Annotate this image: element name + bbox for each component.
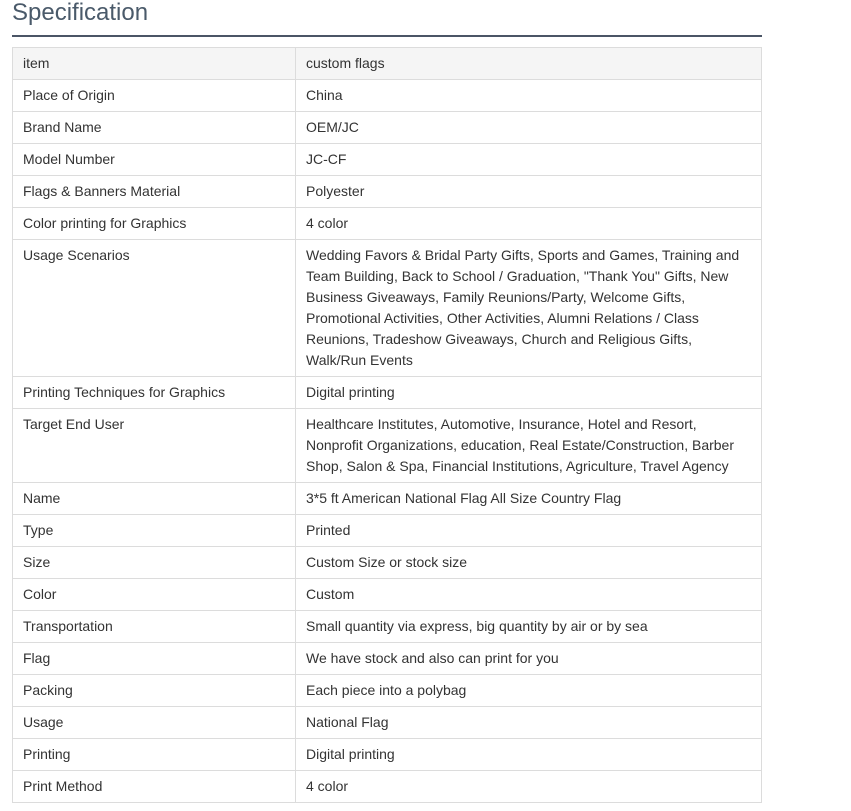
row-value-cell: Each piece into a polybag — [295, 674, 762, 707]
table-row: Model Number JC-CF — [12, 143, 762, 176]
table-row: Color printing for Graphics 4 color — [12, 207, 762, 240]
table-row: Size Custom Size or stock size — [12, 546, 762, 579]
table-row: Flags & Banners Material Polyester — [12, 175, 762, 208]
table-row: Target End User Healthcare Institutes, Au… — [12, 408, 762, 483]
row-key-cell: Brand Name — [12, 111, 296, 144]
row-value-cell: 4 color — [295, 207, 762, 240]
row-value-cell: 4 color — [295, 770, 762, 803]
row-value-cell: Healthcare Institutes, Automotive, Insur… — [295, 408, 762, 483]
row-key-cell: Color printing for Graphics — [12, 207, 296, 240]
row-key-cell: Target End User — [12, 408, 296, 483]
header-key-cell: item — [12, 47, 296, 80]
table-row: Place of Origin China — [12, 79, 762, 112]
row-value-cell: Digital printing — [295, 738, 762, 771]
row-key-cell: Place of Origin — [12, 79, 296, 112]
row-key-cell: Packing — [12, 674, 296, 707]
row-value-cell: Digital printing — [295, 376, 762, 409]
row-key-cell: Size — [12, 546, 296, 579]
row-value-cell: Custom Size or stock size — [295, 546, 762, 579]
row-key-cell: Printing — [12, 738, 296, 771]
row-key-cell: Usage — [12, 706, 296, 739]
table-row: Transportation Small quantity via express… — [12, 610, 762, 643]
row-key-cell: Usage Scenarios — [12, 239, 296, 377]
specification-section: Specification item custom flags Place of… — [12, 0, 762, 803]
table-row: Print Method 4 color — [12, 770, 762, 803]
row-key-cell: Flags & Banners Material — [12, 175, 296, 208]
row-key-cell: Transportation — [12, 610, 296, 643]
row-value-cell: China — [295, 79, 762, 112]
table-row: Packing Each piece into a polybag — [12, 674, 762, 707]
table-row: Name 3*5 ft American National Flag All Si… — [12, 482, 762, 515]
spec-table: item custom flags Place of Origin China Br… — [12, 47, 762, 803]
table-header-row: item custom flags — [12, 47, 762, 80]
row-value-cell: Printed — [295, 514, 762, 547]
header-value-cell: custom flags — [295, 47, 762, 80]
table-row: Brand Name OEM/JC — [12, 111, 762, 144]
row-key-cell: Flag — [12, 642, 296, 675]
row-value-cell: Polyester — [295, 175, 762, 208]
row-key-cell: Type — [12, 514, 296, 547]
title-divider — [12, 35, 762, 37]
row-value-cell: OEM/JC — [295, 111, 762, 144]
row-value-cell: Small quantity via express, big quantity… — [295, 610, 762, 643]
spec-table-body: item custom flags Place of Origin China Br… — [12, 47, 762, 803]
row-key-cell: Name — [12, 482, 296, 515]
row-key-cell: Model Number — [12, 143, 296, 176]
row-value-cell: Wedding Favors & Bridal Party Gifts, Spo… — [295, 239, 762, 377]
row-key-cell: Color — [12, 578, 296, 611]
table-row: Usage National Flag — [12, 706, 762, 739]
table-row: Usage Scenarios Wedding Favors & Bridal P… — [12, 239, 762, 377]
page-title: Specification — [12, 0, 149, 26]
table-row: Type Printed — [12, 514, 762, 547]
row-key-cell: Print Method — [12, 770, 296, 803]
row-value-cell: National Flag — [295, 706, 762, 739]
row-key-cell: Printing Techniques for Graphics — [12, 376, 296, 409]
row-value-cell: 3*5 ft American National Flag All Size C… — [295, 482, 762, 515]
row-value-cell: JC-CF — [295, 143, 762, 176]
table-row: Flag We have stock and also can print for… — [12, 642, 762, 675]
table-row: Color Custom — [12, 578, 762, 611]
row-value-cell: We have stock and also can print for you — [295, 642, 762, 675]
table-row: Printing Techniques for Graphics Digital … — [12, 376, 762, 409]
table-row: Printing Digital printing — [12, 738, 762, 771]
row-value-cell: Custom — [295, 578, 762, 611]
